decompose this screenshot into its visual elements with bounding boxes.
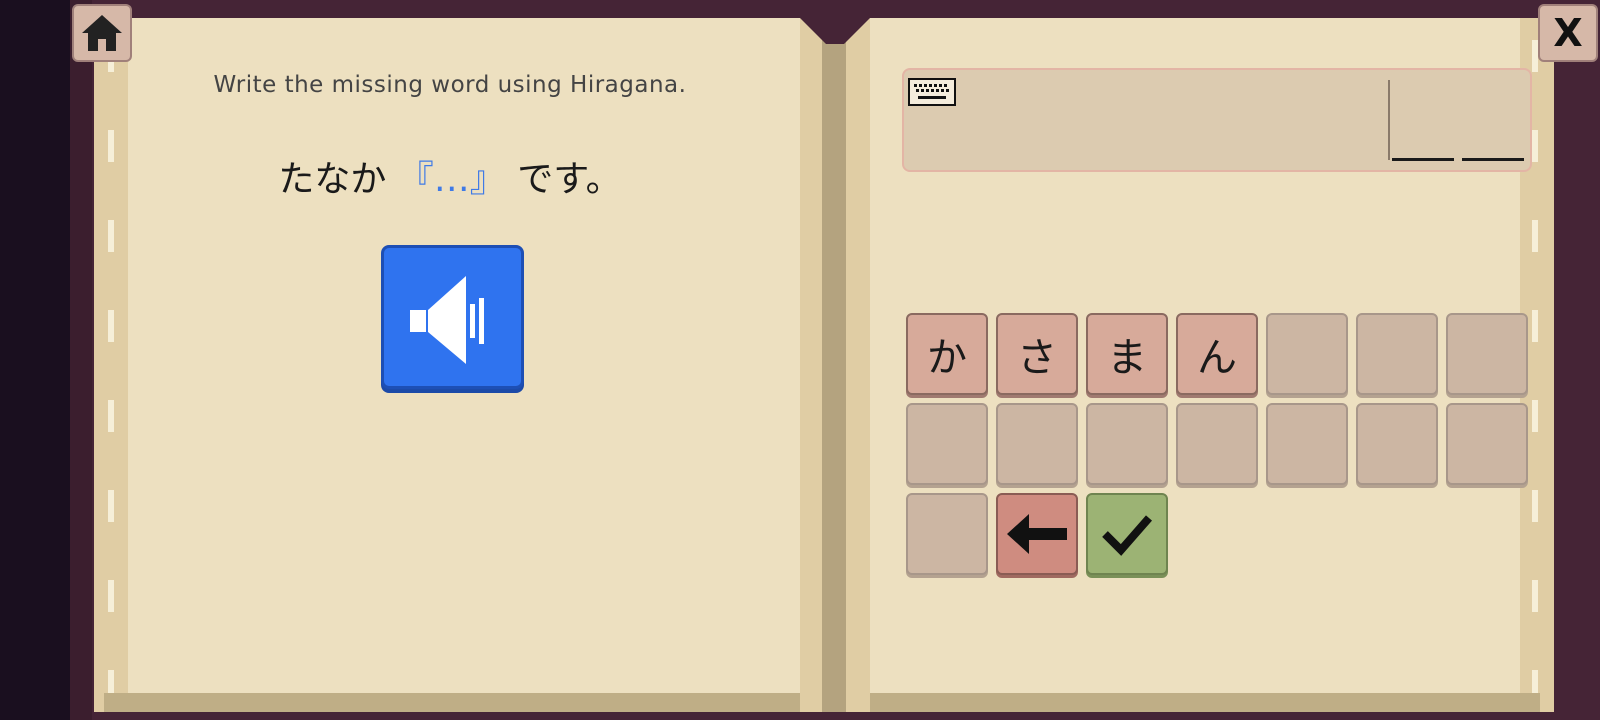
frame-shadow	[70, 0, 92, 720]
page-edge-dash	[1532, 310, 1538, 342]
question-sentence: たなか 『…』 です。	[160, 150, 740, 202]
key-ma[interactable]: ま	[1086, 313, 1168, 395]
backspace-button[interactable]	[996, 493, 1078, 575]
submit-button[interactable]	[1086, 493, 1168, 575]
key-ka[interactable]: か	[906, 313, 988, 395]
answer-slot-1	[1392, 158, 1454, 161]
spine-notch	[800, 0, 870, 44]
key-empty	[1356, 403, 1438, 485]
left-page-bottom	[104, 693, 800, 712]
page-edge-dash	[108, 490, 114, 522]
page-edge-dash	[108, 580, 114, 612]
key-empty	[906, 403, 988, 485]
home-button[interactable]	[72, 4, 132, 62]
page-edge-dash	[1532, 130, 1538, 162]
key-empty	[1266, 313, 1348, 395]
book-spine	[822, 18, 846, 712]
checkmark-icon	[1102, 515, 1153, 556]
arrow-left-icon	[1007, 514, 1067, 554]
spine-right-edge	[846, 18, 870, 712]
instruction-text: Write the missing word using Hiragana.	[213, 72, 687, 98]
page-edge-dash	[108, 220, 114, 252]
page-edge-dash	[108, 130, 114, 162]
page-edge-dash	[1532, 220, 1538, 252]
answer-box[interactable]	[902, 68, 1532, 172]
speaker-icon	[410, 276, 484, 364]
key-empty	[1446, 403, 1528, 485]
answer-divider	[1388, 80, 1390, 160]
key-empty	[1446, 313, 1528, 395]
spine-left-edge	[800, 18, 824, 712]
right-page-bottom	[870, 693, 1540, 712]
page-edge-dash	[1532, 490, 1538, 522]
keyboard-icon[interactable]	[908, 78, 956, 106]
home-icon	[82, 15, 122, 51]
sentence-before: たなか	[278, 159, 387, 200]
key-empty	[1086, 403, 1168, 485]
key-empty	[1176, 403, 1258, 485]
page-edge-dash	[1532, 400, 1538, 432]
close-label: X	[1553, 11, 1583, 55]
close-button[interactable]: X	[1538, 4, 1598, 62]
key-empty	[906, 493, 988, 575]
sentence-after: です。	[517, 159, 622, 200]
key-empty	[1266, 403, 1348, 485]
page-edge-dash	[108, 400, 114, 432]
play-audio-button[interactable]	[381, 245, 524, 389]
page-edge-dash	[108, 310, 114, 342]
sentence-blank: 『…』	[397, 159, 506, 200]
page-edge-dash	[1532, 580, 1538, 612]
key-n[interactable]: ん	[1176, 313, 1258, 395]
answer-slot-2	[1462, 158, 1524, 161]
key-sa[interactable]: さ	[996, 313, 1078, 395]
key-empty	[1356, 313, 1438, 395]
key-empty	[996, 403, 1078, 485]
